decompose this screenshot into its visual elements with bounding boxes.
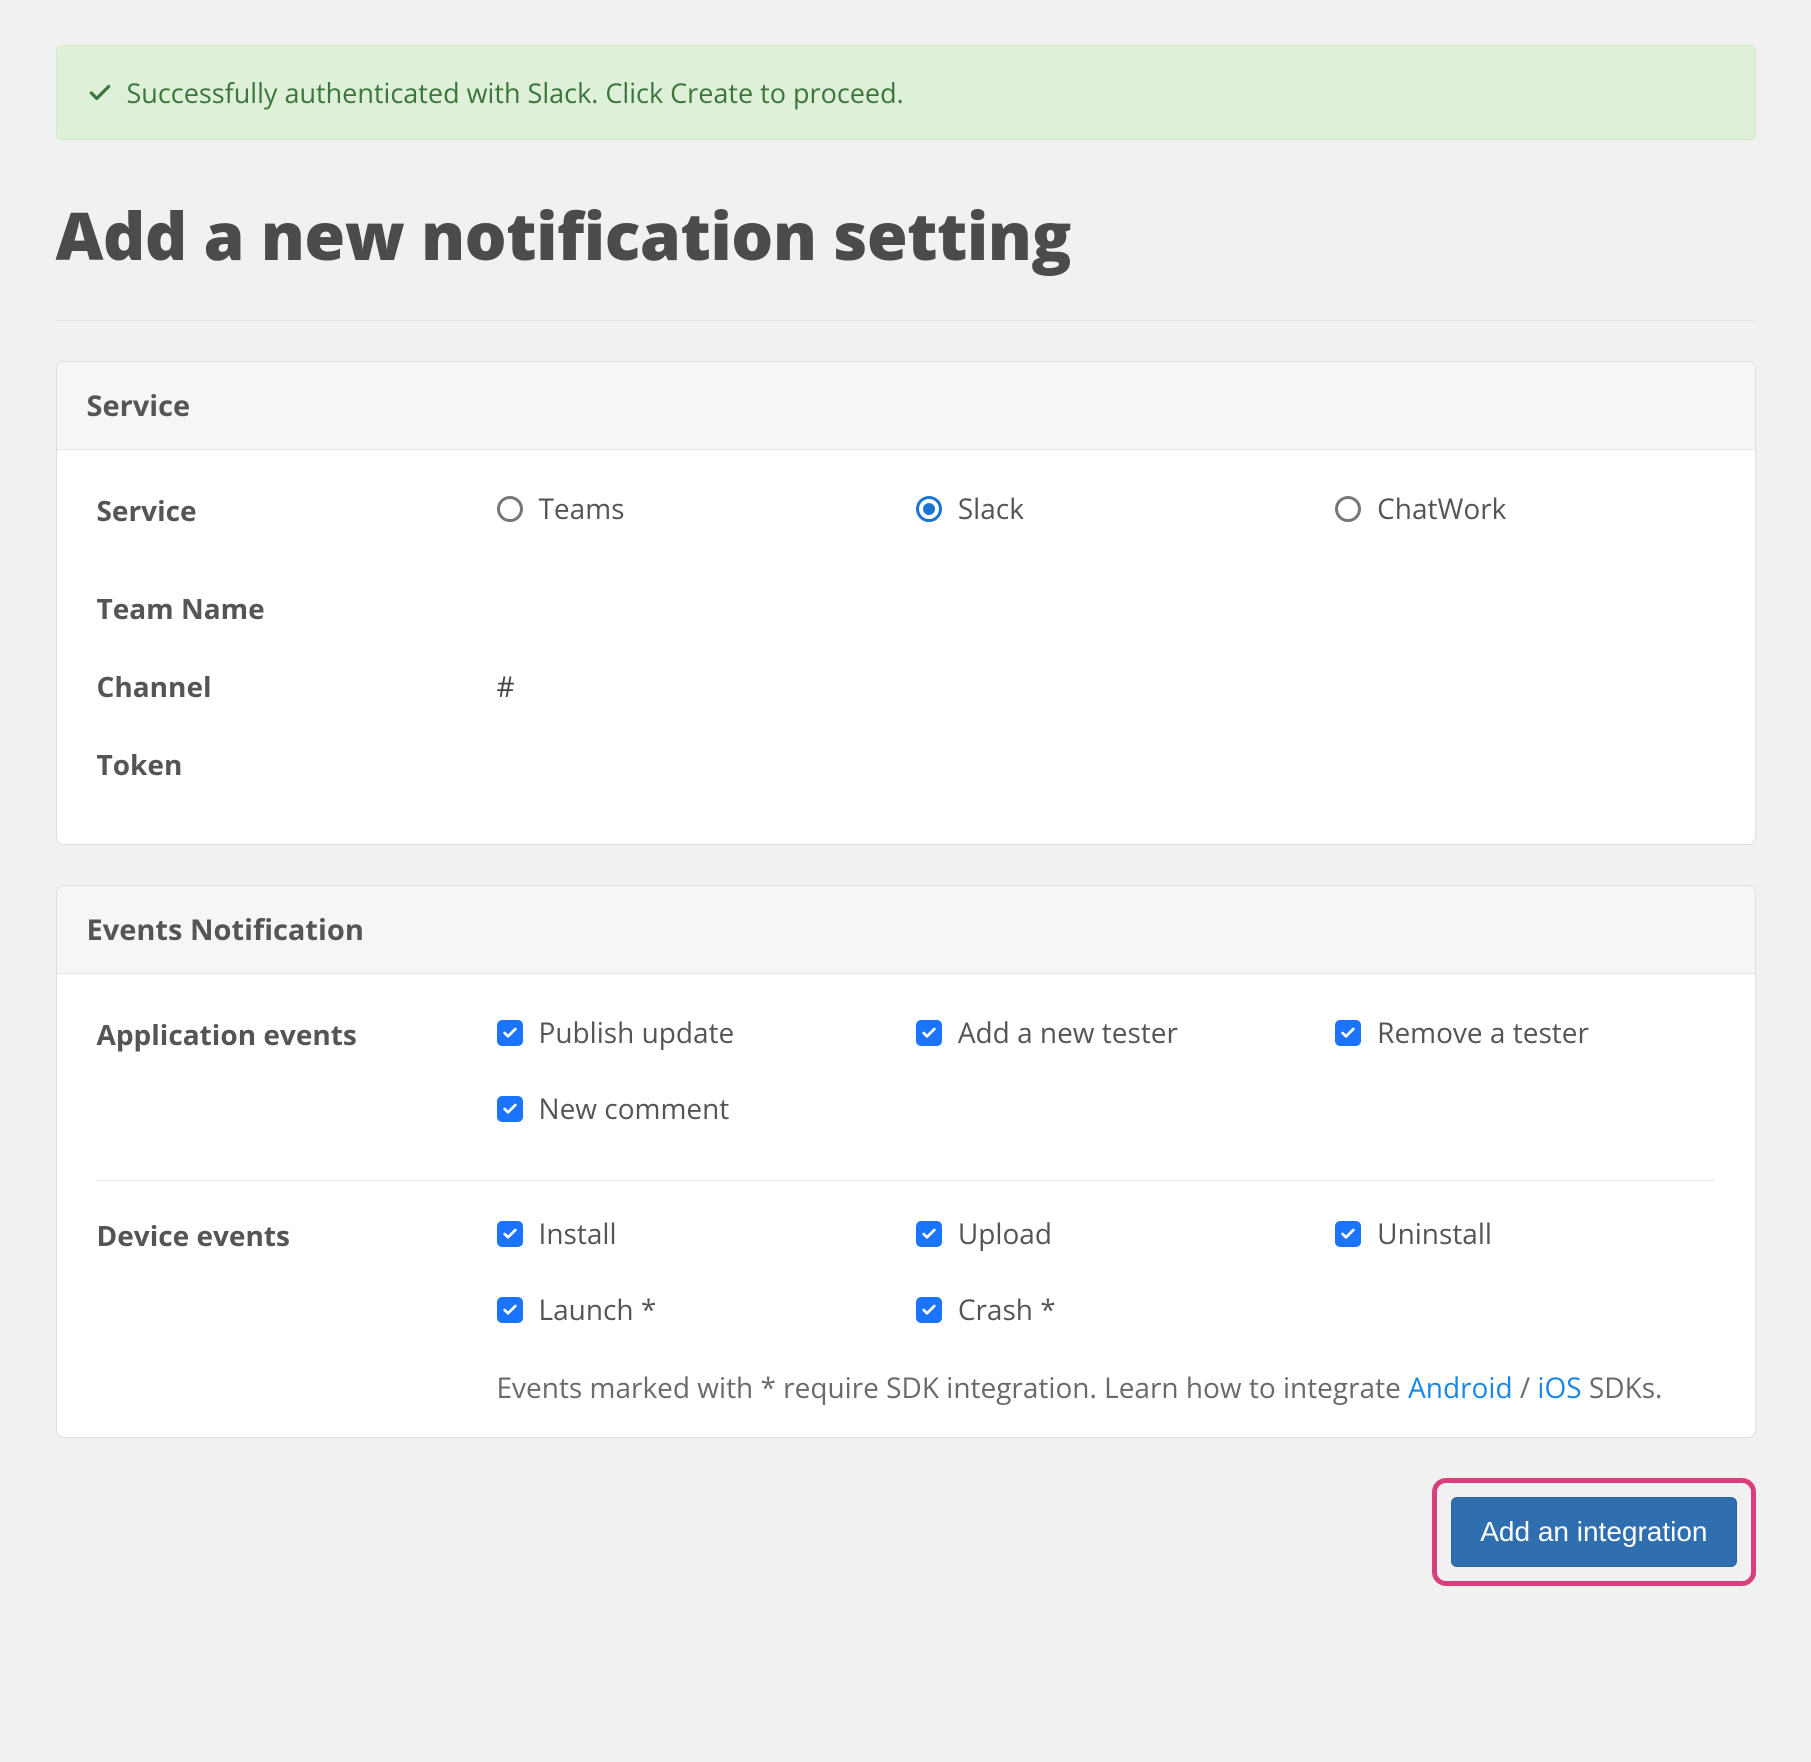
title-divider	[56, 320, 1756, 321]
device-event-install[interactable]: Install	[497, 1215, 876, 1253]
sdk-note-prefix: Events marked with * require SDK integra…	[497, 1369, 1409, 1407]
channel-hash-prefix: #	[497, 668, 515, 706]
app-event-new-comment[interactable]: New comment	[497, 1090, 876, 1128]
service-radio-chatwork[interactable]: ChatWork	[1335, 490, 1714, 528]
checkbox-icon	[1335, 1020, 1361, 1046]
sdk-note-sep: /	[1513, 1369, 1538, 1407]
events-card: Events Notification Application events P…	[56, 885, 1756, 1438]
checkbox-icon	[497, 1020, 523, 1046]
device-event-launch[interactable]: Launch *	[497, 1291, 876, 1329]
checkbox-label: Launch *	[539, 1291, 657, 1329]
app-event-add-tester[interactable]: Add a new tester	[916, 1014, 1295, 1052]
service-radio-teams[interactable]: Teams	[497, 490, 876, 528]
add-integration-button[interactable]: Add an integration	[1451, 1497, 1736, 1567]
device-event-crash[interactable]: Crash *	[916, 1291, 1295, 1329]
checkbox-label: Add a new tester	[958, 1014, 1178, 1052]
checkbox-icon	[916, 1221, 942, 1247]
checkbox-icon	[497, 1297, 523, 1323]
device-event-upload[interactable]: Upload	[916, 1215, 1295, 1253]
service-card: Service Service Teams Slack	[56, 361, 1756, 845]
checkbox-label: Crash *	[958, 1291, 1056, 1329]
alert-success-banner: Successfully authenticated with Slack. C…	[56, 45, 1756, 140]
app-event-remove-tester[interactable]: Remove a tester	[1335, 1014, 1714, 1052]
radio-label: Slack	[958, 490, 1024, 528]
application-events-label: Application events	[97, 1014, 497, 1054]
radio-icon	[916, 496, 942, 522]
service-radio-slack[interactable]: Slack	[916, 490, 1295, 528]
checkbox-icon	[916, 1020, 942, 1046]
submit-highlight-frame: Add an integration	[1432, 1478, 1755, 1586]
events-card-header: Events Notification	[57, 886, 1755, 974]
checkbox-icon	[497, 1221, 523, 1247]
checkbox-label: Remove a tester	[1377, 1014, 1589, 1052]
checkbox-label: Publish update	[539, 1014, 735, 1052]
checkbox-icon	[916, 1297, 942, 1323]
sdk-link-ios[interactable]: iOS	[1537, 1369, 1581, 1407]
radio-label: Teams	[539, 490, 625, 528]
checkbox-label: Uninstall	[1377, 1215, 1492, 1253]
sdk-note: Events marked with * require SDK integra…	[97, 1339, 1715, 1407]
channel-label: Channel	[97, 668, 497, 706]
radio-label: ChatWork	[1377, 490, 1506, 528]
check-icon	[87, 80, 113, 106]
checkbox-label: Upload	[958, 1215, 1052, 1253]
alert-success-text: Successfully authenticated with Slack. C…	[127, 74, 904, 111]
device-event-uninstall[interactable]: Uninstall	[1335, 1215, 1714, 1253]
app-event-publish-update[interactable]: Publish update	[497, 1014, 876, 1052]
sdk-note-suffix: SDKs.	[1582, 1369, 1663, 1407]
events-divider	[97, 1180, 1715, 1181]
checkbox-label: Install	[539, 1215, 617, 1253]
service-card-header: Service	[57, 362, 1755, 450]
page-title: Add a new notification setting	[56, 190, 1756, 280]
device-events-label: Device events	[97, 1215, 497, 1255]
radio-icon	[497, 496, 523, 522]
checkbox-label: New comment	[539, 1090, 730, 1128]
channel-value: #	[497, 668, 1715, 706]
sdk-link-android[interactable]: Android	[1408, 1369, 1513, 1407]
radio-icon	[1335, 496, 1361, 522]
service-label: Service	[97, 490, 497, 530]
checkbox-icon	[497, 1096, 523, 1122]
token-label: Token	[97, 746, 497, 784]
team-name-label: Team Name	[97, 590, 497, 628]
checkbox-icon	[1335, 1221, 1361, 1247]
